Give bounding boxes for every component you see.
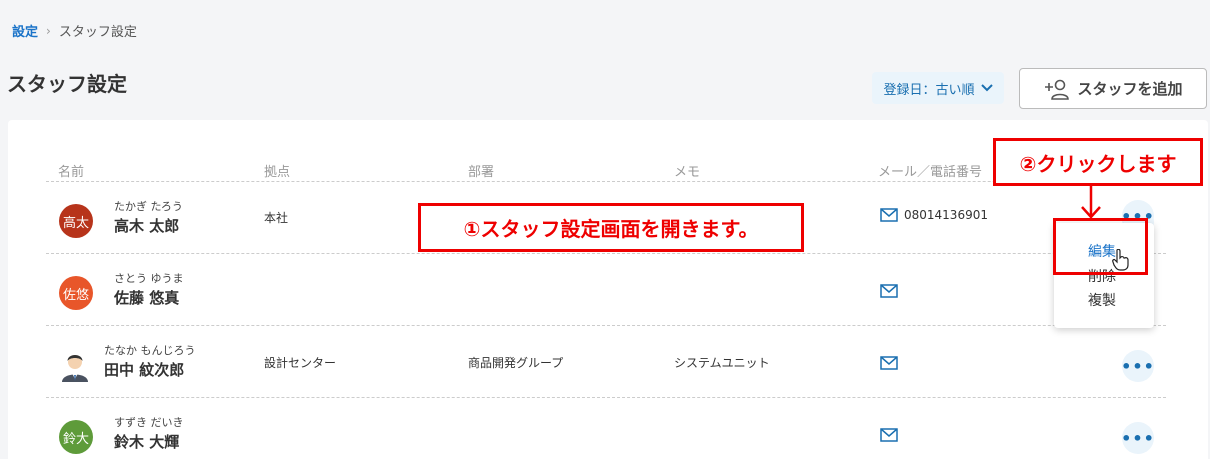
staff-kana: たなか もんじろう xyxy=(104,344,196,357)
staff-name: 佐藤 悠真 xyxy=(114,289,180,307)
staff-kana: すずき だいき xyxy=(114,416,184,429)
staff-name: 高木 太郎 xyxy=(114,217,180,235)
staff-kana: たかぎ たろう xyxy=(114,200,183,213)
add-staff-button[interactable]: スタッフを追加 xyxy=(1019,68,1207,109)
mail-icon xyxy=(880,428,898,442)
menu-item-duplicate[interactable]: 複製 xyxy=(1088,290,1116,310)
chevron-down-icon xyxy=(980,84,993,92)
add-staff-label: スタッフを追加 xyxy=(1077,80,1183,98)
staff-name: 田中 紋次郎 xyxy=(104,361,185,379)
annotation-step2: ②クリックします xyxy=(993,138,1203,186)
mail-icon xyxy=(880,284,898,298)
header-department: 部署 xyxy=(468,165,495,180)
staff-contact xyxy=(880,428,898,442)
staff-location: 本社 xyxy=(264,211,289,225)
staff-phone: 08014136901 xyxy=(904,208,988,222)
breadcrumb-current: スタッフ設定 xyxy=(58,25,137,40)
staff-contact xyxy=(880,356,898,370)
staff-contact: 08014136901 xyxy=(880,208,988,222)
annotation-step1: ①スタッフ設定画面を開きます。 xyxy=(418,203,804,252)
table-row[interactable]: たなか もんじろう 田中 紋次郎 設計センター 商品開発グループ システムユニッ… xyxy=(46,326,1166,398)
avatar xyxy=(58,348,92,382)
sort-dropdown[interactable]: 登録日：古い順 xyxy=(872,72,1004,104)
avatar: 高太 xyxy=(59,204,93,238)
add-user-icon xyxy=(1045,79,1070,100)
header-contact: メール／電話番号 xyxy=(878,165,983,180)
mail-icon xyxy=(880,356,898,370)
sort-label: 登録日：古い順 xyxy=(883,82,975,98)
header-location: 拠点 xyxy=(264,165,291,180)
staff-location: 設計センター xyxy=(264,356,337,370)
header-name: 名前 xyxy=(58,165,85,180)
avatar: 鈴大 xyxy=(59,420,93,454)
breadcrumb-settings-link[interactable]: 設定 xyxy=(12,21,38,40)
more-options-button[interactable]: ••• xyxy=(1121,422,1155,454)
page-title: スタッフ設定 xyxy=(7,72,127,96)
staff-contact xyxy=(880,284,898,298)
more-icon: ••• xyxy=(1121,356,1155,376)
staff-memo: システムユニット xyxy=(674,356,770,370)
staff-department: 商品開発グループ xyxy=(468,356,564,370)
breadcrumb: 設定 › スタッフ設定 xyxy=(12,21,137,41)
more-icon: ••• xyxy=(1121,428,1155,448)
header-memo: メモ xyxy=(674,165,701,180)
arrow-down-icon xyxy=(1081,186,1101,219)
staff-name: 鈴木 大輝 xyxy=(114,433,180,451)
staff-kana: さとう ゆうま xyxy=(114,272,184,285)
avatar: 佐悠 xyxy=(59,276,93,310)
mail-icon xyxy=(880,208,898,222)
more-options-button[interactable]: ••• xyxy=(1121,350,1155,382)
table-row[interactable]: 鈴大 すずき だいき 鈴木 大輝 ••• xyxy=(46,398,1166,459)
table-row[interactable]: 佐悠 さとう ゆうま 佐藤 悠真 xyxy=(46,254,1166,326)
breadcrumb-separator: › xyxy=(46,23,51,38)
hand-cursor-icon xyxy=(1112,249,1129,271)
annotation-highlight-box xyxy=(1053,218,1148,275)
person-photo-icon xyxy=(62,355,88,382)
